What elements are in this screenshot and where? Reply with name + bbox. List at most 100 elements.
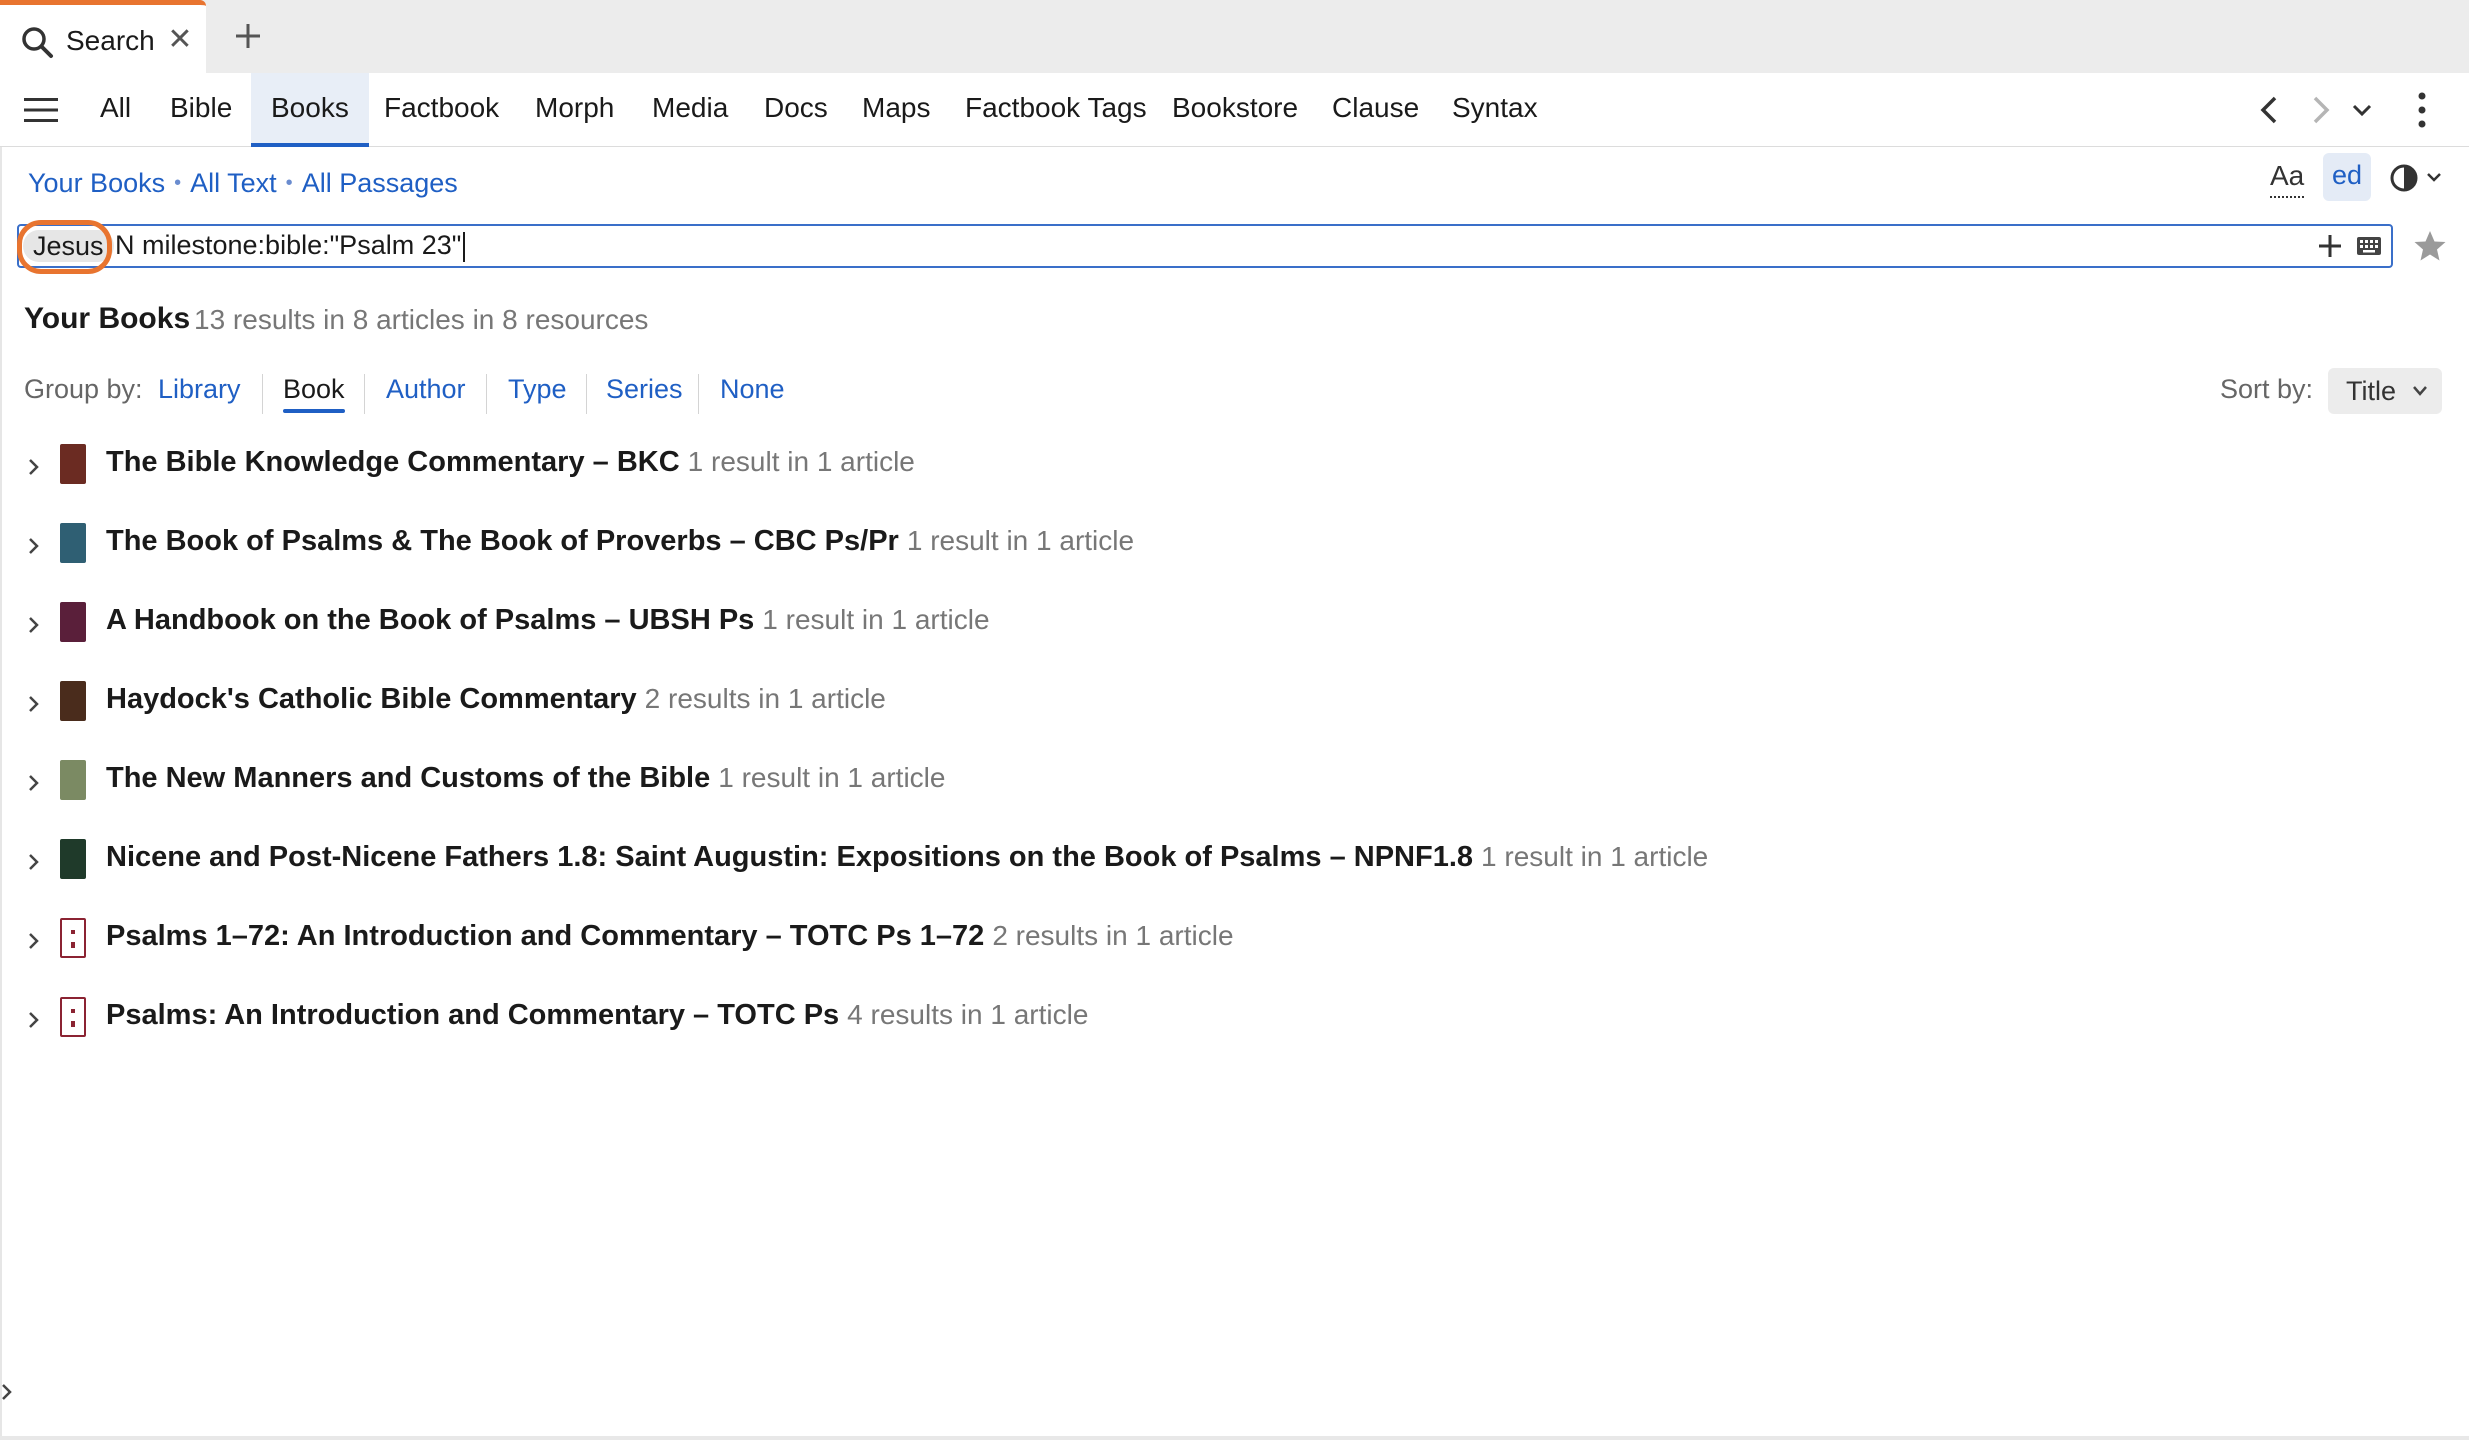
chevron-down-icon <box>2413 386 2427 396</box>
book-result-count: 1 result in 1 article <box>906 525 1135 556</box>
expand-panel-icon[interactable] <box>0 1380 14 1404</box>
group-by-divider <box>698 374 699 414</box>
book-title[interactable]: The New Manners and Customs of the Bible… <box>106 762 945 795</box>
tab-maps[interactable]: Maps <box>862 73 930 147</box>
group-by-type[interactable]: Type <box>508 374 567 405</box>
scope-all-text[interactable]: All Text <box>190 168 277 198</box>
result-row[interactable]: The Book of Psalms & The Book of Proverb… <box>0 517 2469 577</box>
book-title-text: The Bible Knowledge Commentary – BKC <box>106 446 680 478</box>
tab-books[interactable]: Books <box>251 73 369 147</box>
result-row[interactable]: Psalms 1–72: An Introduction and Comment… <box>0 912 2469 972</box>
group-by-series[interactable]: Series <box>606 374 683 405</box>
book-title[interactable]: Nicene and Post-Nicene Fathers 1.8: Sain… <box>106 841 1708 874</box>
group-by-divider <box>486 374 487 414</box>
result-row[interactable]: Haydock's Catholic Bible Commentary 2 res… <box>0 675 2469 735</box>
book-title-text: A Handbook on the Book of Psalms – UBSH … <box>106 604 755 636</box>
chevron-right-icon[interactable] <box>26 613 42 637</box>
book-cover-icon <box>60 760 86 800</box>
book-title[interactable]: Psalms 1–72: An Introduction and Comment… <box>106 920 1234 953</box>
favorite-star-icon[interactable] <box>2412 228 2448 264</box>
result-row[interactable]: The Bible Knowledge Commentary – BKC 1 re… <box>0 438 2469 498</box>
scope-separator: • <box>285 172 293 194</box>
more-options-icon[interactable] <box>2410 89 2434 131</box>
book-cover-icon <box>60 602 86 642</box>
chevron-right-icon[interactable] <box>26 929 42 953</box>
sort-by-select[interactable]: Title <box>2328 368 2442 414</box>
book-title-text: The New Manners and Customs of the Bible <box>106 762 711 794</box>
font-settings-button[interactable]: Aa <box>2270 160 2305 198</box>
result-row[interactable]: A Handbook on the Book of Psalms – UBSH … <box>0 596 2469 656</box>
book-result-count: 1 result in 1 article <box>687 446 915 477</box>
text-caret <box>463 231 466 262</box>
forward-arrow-icon[interactable] <box>2304 93 2336 127</box>
keyboard-icon[interactable] <box>2356 235 2382 257</box>
search-tab-title: Search <box>66 25 155 56</box>
sort-by-label: Sort by: <box>2220 374 2314 404</box>
scope-all-passages[interactable]: All Passages <box>302 168 458 198</box>
results-summary: 13 results in 8 articles in 8 resources <box>194 304 649 335</box>
tab-morph[interactable]: Morph <box>535 73 614 147</box>
chevron-right-icon[interactable] <box>26 455 42 479</box>
book-title-text: Nicene and Post-Nicene Fathers 1.8: Sain… <box>106 841 1474 873</box>
results-title: Your Books <box>24 302 191 335</box>
chevron-right-icon[interactable] <box>26 1008 42 1032</box>
group-by-label: Group by: <box>24 374 143 404</box>
group-by-book[interactable]: Book <box>283 374 345 413</box>
chevron-right-icon[interactable] <box>26 771 42 795</box>
tab-all[interactable]: All <box>100 73 131 147</box>
book-result-count: 2 results in 1 article <box>644 683 886 714</box>
book-title[interactable]: A Handbook on the Book of Psalms – UBSH … <box>106 604 990 637</box>
group-by-library[interactable]: Library <box>158 374 241 405</box>
window-tab-strip: Search ✕ <box>0 0 2469 73</box>
book-cover-icon <box>60 918 86 958</box>
scope-separator: • <box>174 172 182 194</box>
tab-clause[interactable]: Clause <box>1332 73 1419 147</box>
book-result-count: 4 results in 1 article <box>847 999 1089 1030</box>
history-dropdown-icon[interactable] <box>2346 93 2378 127</box>
book-title[interactable]: Haydock's Catholic Bible Commentary 2 res… <box>106 683 886 716</box>
tab-bookstore[interactable]: Bookstore <box>1172 73 1298 147</box>
book-cover-icon <box>60 839 86 879</box>
ed-toggle-button[interactable]: ed <box>2323 153 2371 201</box>
tab-factbook-tags[interactable]: Factbook Tags <box>965 73 1147 147</box>
book-title[interactable]: The Bible Knowledge Commentary – BKC 1 re… <box>106 446 915 479</box>
close-icon[interactable]: ✕ <box>166 23 194 57</box>
tab-docs[interactable]: Docs <box>764 73 828 147</box>
sort-by-value: Title <box>2346 376 2397 406</box>
group-by-none[interactable]: None <box>720 374 785 405</box>
book-title-text: Psalms 1–72: An Introduction and Comment… <box>106 920 985 952</box>
chevron-right-icon[interactable] <box>26 534 42 558</box>
result-row[interactable]: Nicene and Post-Nicene Fathers 1.8: Sain… <box>0 833 2469 893</box>
search-tab[interactable]: Search ✕ <box>0 0 206 73</box>
tab-factbook[interactable]: Factbook <box>384 73 499 147</box>
search-icon <box>22 27 53 58</box>
book-result-count: 1 result in 1 article <box>718 762 946 793</box>
chevron-right-icon[interactable] <box>26 850 42 874</box>
tab-syntax[interactable]: Syntax <box>1452 73 1538 147</box>
tab-bible[interactable]: Bible <box>170 73 232 147</box>
back-arrow-icon[interactable] <box>2254 93 2286 127</box>
search-input[interactable]: Jesus N milestone:bible:"Psalm 23" <box>17 224 2393 268</box>
result-row[interactable]: Psalms: An Introduction and Commentary –… <box>0 991 2469 1051</box>
book-result-count: 1 result in 1 article <box>762 604 990 635</box>
search-query-value: N milestone:bible:"Psalm 23" <box>115 230 462 260</box>
search-query-text: N milestone:bible:"Psalm 23" <box>115 230 466 262</box>
scope-your-books[interactable]: Your Books <box>28 168 165 198</box>
result-row[interactable]: The New Manners and Customs of the Bible… <box>0 754 2469 814</box>
search-token-jesus[interactable]: Jesus <box>23 230 114 262</box>
book-cover-icon <box>60 681 86 721</box>
category-tab-bar: All Bible Books Factbook Morph Media Doc… <box>0 73 2469 147</box>
book-cover-icon <box>60 444 86 484</box>
book-title[interactable]: The Book of Psalms & The Book of Proverb… <box>106 525 1134 558</box>
book-title[interactable]: Psalms: An Introduction and Commentary –… <box>106 999 1088 1032</box>
book-cover-icon <box>60 997 86 1037</box>
chevron-right-icon[interactable] <box>26 692 42 716</box>
theme-contrast-icon[interactable] <box>2386 160 2446 196</box>
group-by-author[interactable]: Author <box>386 374 466 405</box>
add-term-icon[interactable] <box>2316 232 2344 260</box>
group-by-divider <box>364 374 365 414</box>
group-by-divider <box>586 374 587 414</box>
hamburger-menu-icon[interactable] <box>24 95 58 125</box>
tab-media[interactable]: Media <box>652 73 728 147</box>
add-tab-icon[interactable] <box>226 14 270 58</box>
